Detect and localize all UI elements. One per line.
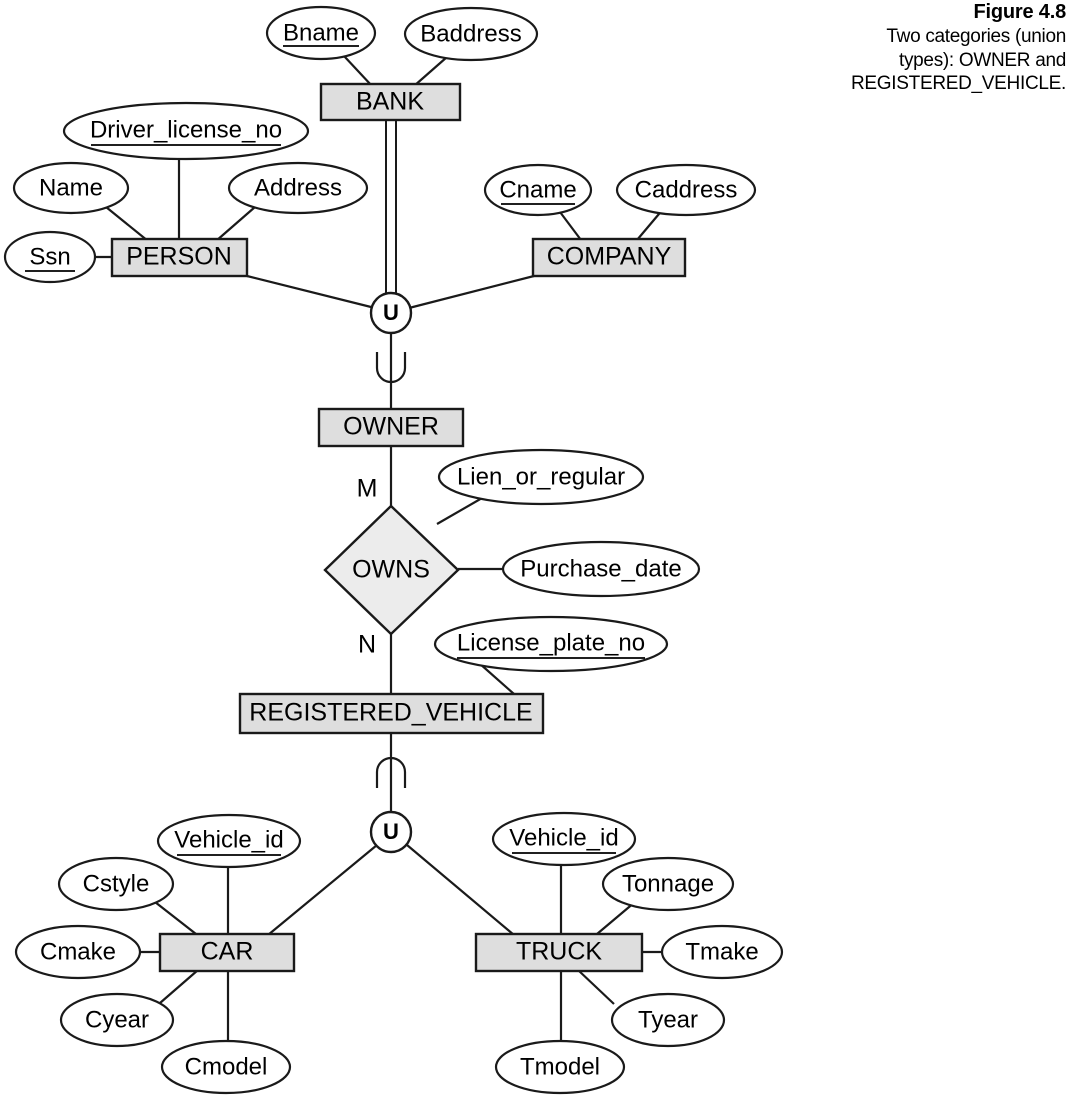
attribute-label: Ssn: [29, 243, 70, 270]
edge-union-truck: [406, 844, 515, 936]
relationship-label: OWNS: [352, 556, 430, 584]
edge-address-person: [215, 206, 256, 242]
entity-car: CAR: [158, 932, 296, 973]
attribute-driver-license-no: Driver_license_no: [62, 101, 310, 161]
attribute-cyear: Cyear: [59, 992, 175, 1048]
entity-company: COMPANY: [531, 237, 687, 278]
attribute-name: Name: [12, 161, 130, 215]
attribute-truck-vehicle-id: Vehicle_id: [491, 811, 637, 867]
attribute-label: Name: [39, 174, 103, 201]
attribute-label: Driver_license_no: [90, 116, 282, 143]
entity-label: COMPANY: [547, 243, 672, 271]
attribute-cmake: Cmake: [14, 924, 142, 980]
attribute-label: Purchase_date: [520, 555, 681, 582]
edge-cyear-car: [159, 969, 199, 1004]
attribute-label: Cstyle: [83, 870, 150, 897]
attribute-label: Tyear: [638, 1006, 698, 1033]
entity-label: PERSON: [126, 243, 232, 271]
entity-bank: BANK: [319, 82, 462, 122]
edge-company-union: [408, 274, 535, 310]
edge-tyear-truck: [577, 969, 615, 1005]
entity-registered-vehicle: REGISTERED_VEHICLE: [238, 692, 545, 735]
union-label: U: [383, 300, 399, 325]
er-diagram-canvas: Bname Baddress Driver_license_no Name Ad…: [3, 5, 784, 1095]
attribute-cmodel: Cmodel: [160, 1039, 292, 1095]
attribute-tyear: Tyear: [610, 992, 726, 1048]
union-circle-owner: U: [369, 291, 413, 335]
attribute-label: Bname: [283, 19, 359, 46]
attribute-address: Address: [227, 161, 369, 215]
edge-baddress-bank: [413, 56, 448, 87]
attribute-label: Lien_or_regular: [457, 463, 625, 490]
attribute-lien-or-regular: Lien_or_regular: [437, 448, 645, 506]
attribute-label: Caddress: [635, 176, 738, 203]
entity-label: BANK: [356, 88, 424, 116]
attribute-tmake: Tmake: [660, 924, 784, 980]
cardinality-n: N: [358, 631, 376, 659]
attribute-label: Tmake: [685, 938, 758, 965]
cardinality-m: M: [357, 475, 378, 503]
attribute-label: Cname: [499, 176, 576, 203]
edge-cstyle-car: [154, 901, 197, 935]
attribute-label: Cyear: [85, 1006, 149, 1033]
entity-label: OWNER: [343, 413, 439, 441]
attribute-car-vehicle-id: Vehicle_id: [156, 813, 302, 869]
attribute-label: Cmake: [40, 938, 116, 965]
edge-name-person: [105, 206, 149, 242]
attribute-label: Tmodel: [520, 1053, 600, 1080]
entity-owner: OWNER: [317, 407, 465, 448]
attribute-label: License_plate_no: [457, 629, 645, 656]
attribute-cname: Cname: [483, 163, 593, 217]
attribute-label: Vehicle_id: [174, 826, 283, 853]
attribute-tonnage: Tonnage: [601, 856, 735, 912]
attribute-label: Address: [254, 174, 342, 201]
attribute-bname: Bname: [265, 5, 377, 61]
entity-label: TRUCK: [516, 938, 602, 966]
attribute-purchase-date: Purchase_date: [501, 540, 701, 598]
attribute-cstyle: Cstyle: [57, 856, 175, 912]
attribute-license-plate-no: License_plate_no: [433, 615, 669, 673]
union-circle-registered-vehicle: U: [369, 810, 413, 854]
entity-person: PERSON: [110, 237, 249, 278]
edge-person-union: [246, 274, 376, 310]
attribute-tmodel: Tmodel: [494, 1039, 626, 1095]
attribute-caddress: Caddress: [615, 163, 757, 217]
entity-label: REGISTERED_VEHICLE: [249, 699, 532, 727]
edge-tonnage-truck: [596, 901, 636, 935]
attribute-label: Tonnage: [622, 870, 714, 897]
entity-truck: TRUCK: [474, 932, 644, 973]
attribute-label: Cmodel: [185, 1053, 268, 1080]
entity-label: CAR: [201, 938, 254, 966]
attribute-ssn: Ssn: [3, 230, 97, 284]
relationship-owns: OWNS: [323, 504, 460, 636]
attribute-label: Baddress: [420, 20, 521, 47]
attribute-label: Vehicle_id: [509, 824, 618, 851]
union-label: U: [383, 819, 399, 844]
edge-bname-bank: [343, 55, 373, 87]
attribute-baddress: Baddress: [403, 6, 539, 62]
